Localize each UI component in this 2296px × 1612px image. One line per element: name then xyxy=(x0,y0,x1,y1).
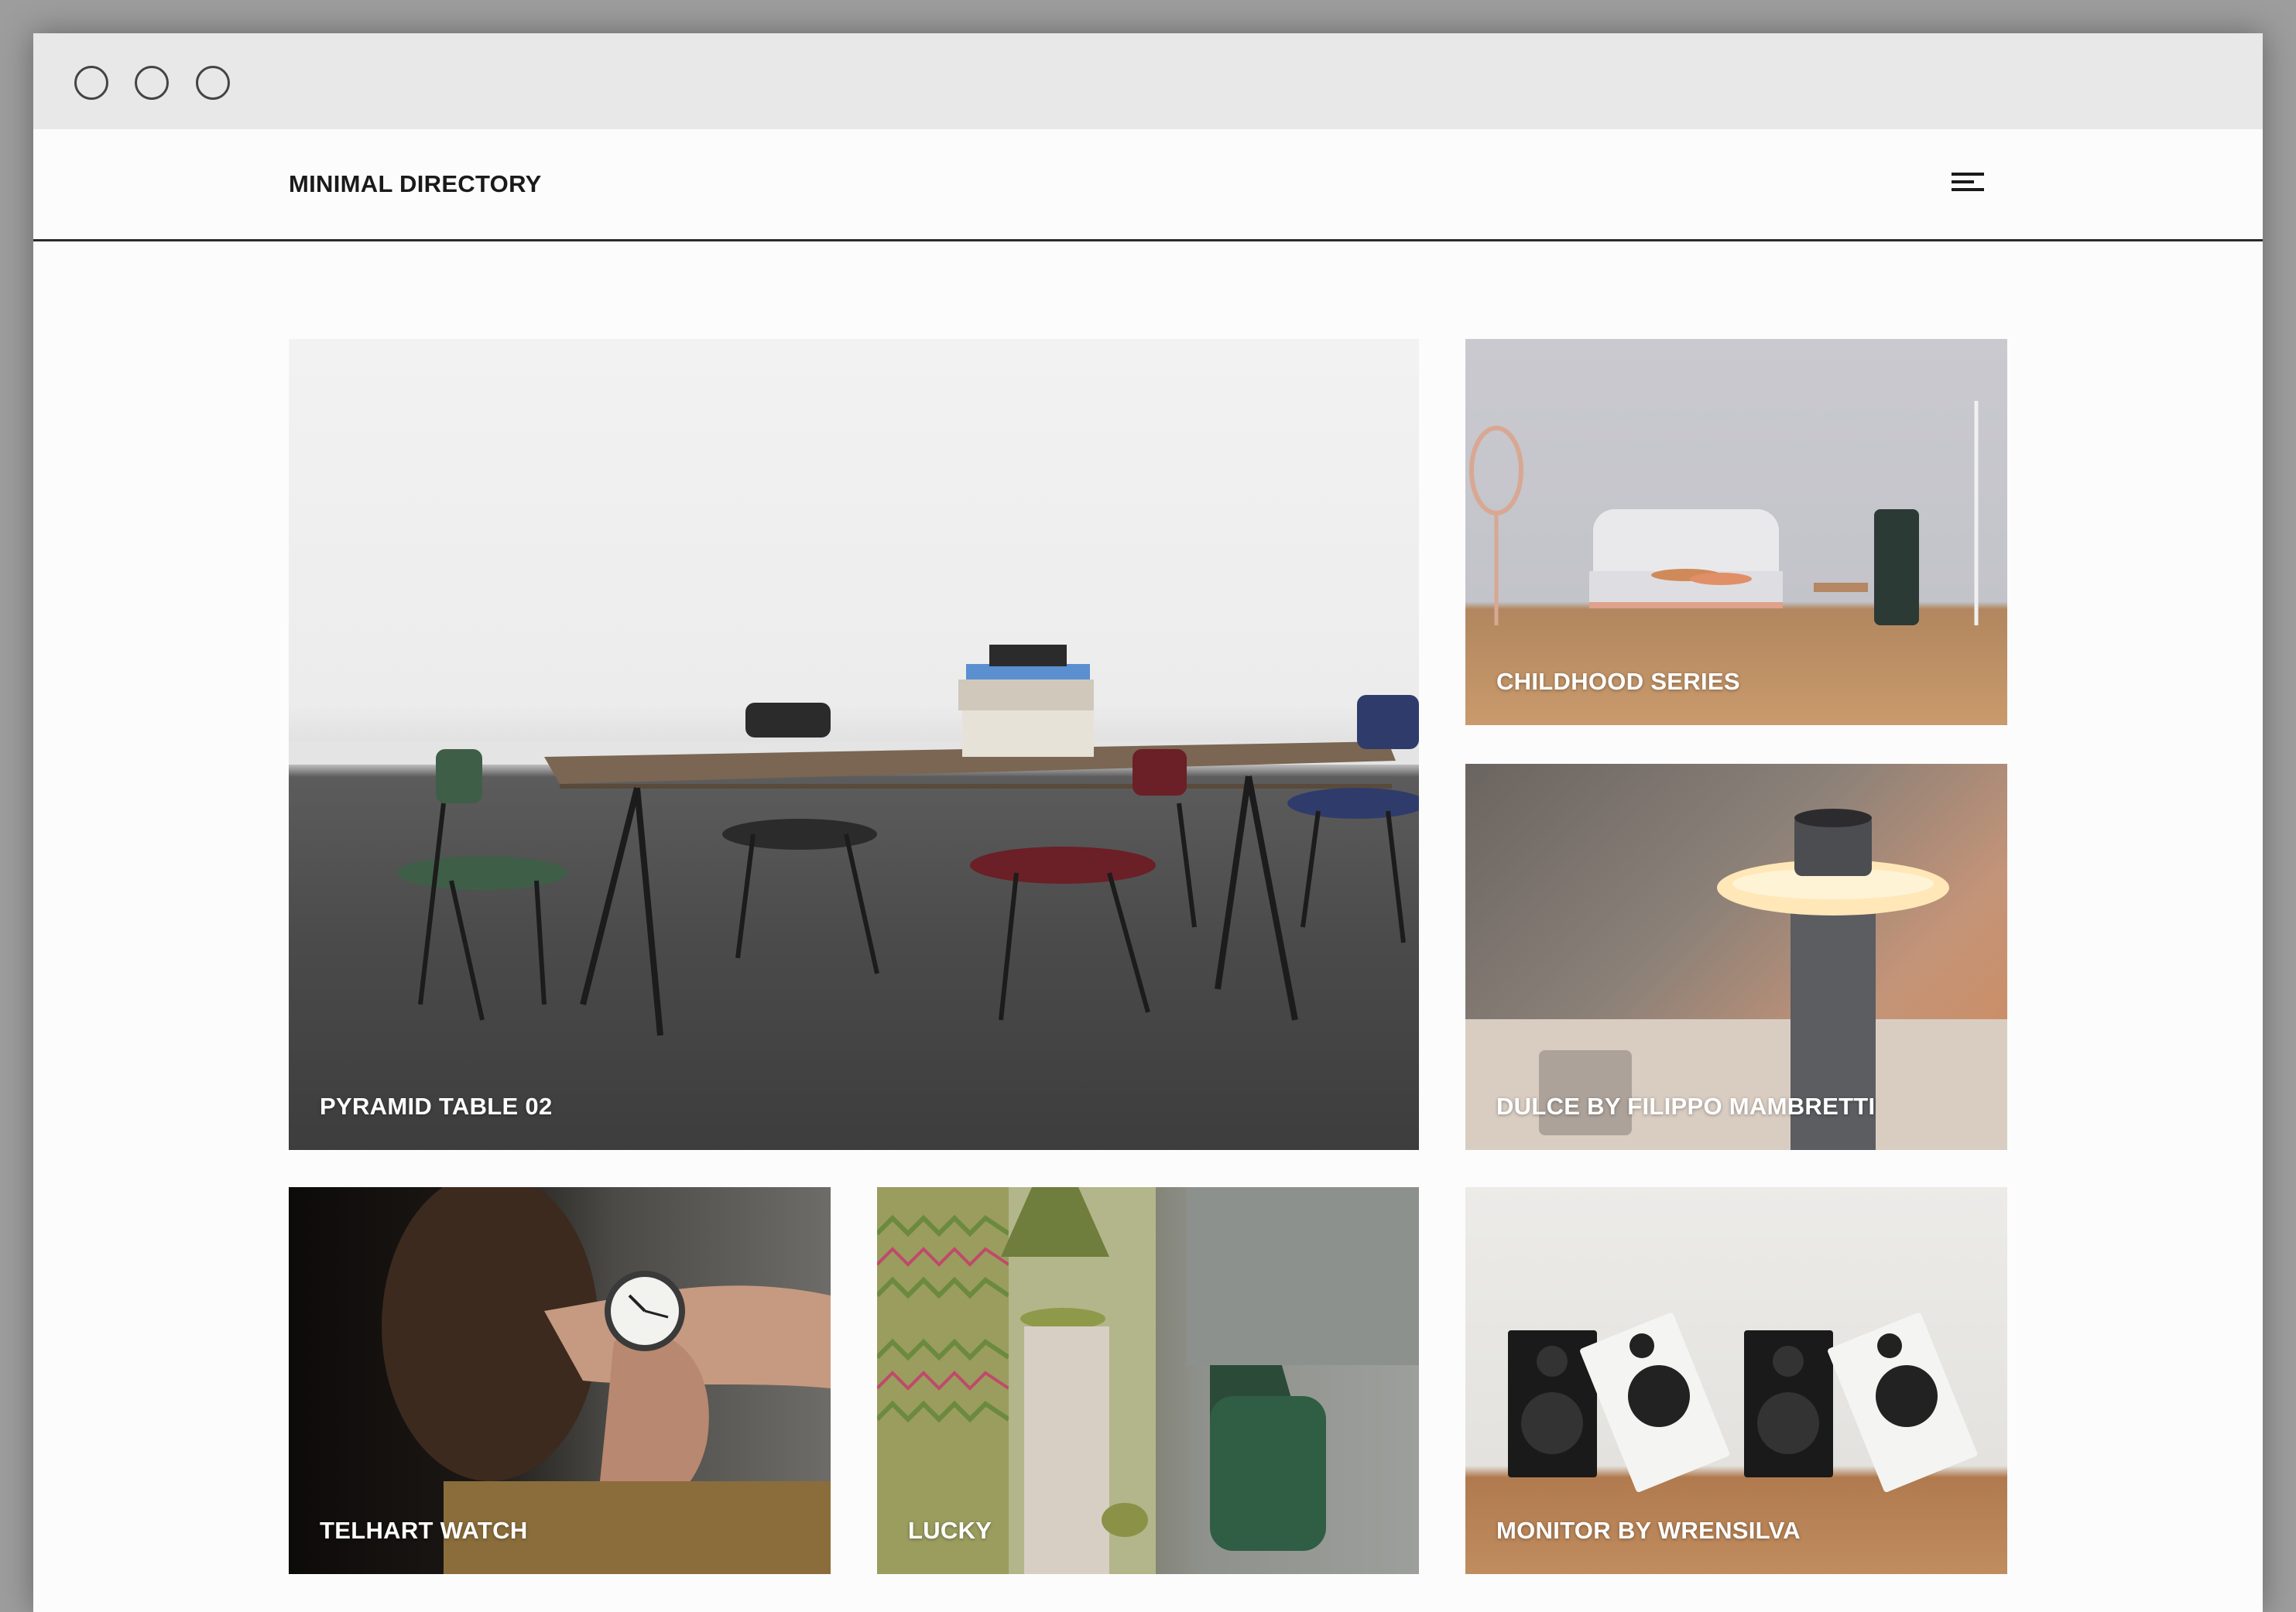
grid-item-pyramid-table[interactable]: PYRAMID TABLE 02 xyxy=(289,339,1419,1150)
grid-item-childhood-series[interactable]: CHILDHOOD SERIES xyxy=(1465,339,2007,725)
monitor-speakers-image xyxy=(1508,1313,1978,1492)
hamburger-menu-icon[interactable] xyxy=(1952,168,1987,196)
menu-line xyxy=(1952,180,1974,183)
menu-line xyxy=(1952,188,1984,191)
lucky-image xyxy=(877,1187,1419,1574)
grid-item-label: TELHART WATCH xyxy=(320,1517,528,1544)
menu-line xyxy=(1952,173,1984,176)
grid-item-label: PYRAMID TABLE 02 xyxy=(320,1093,553,1120)
grid-item-telhart-watch[interactable]: TELHART WATCH xyxy=(289,1187,831,1574)
grid-item-dulce[interactable]: DULCE BY FILIPPO MAMBRETTI xyxy=(1465,764,2007,1150)
grid-item-label: CHILDHOOD SERIES xyxy=(1496,668,1740,695)
minimize-window-button[interactable] xyxy=(135,66,169,100)
grid-item-lucky[interactable]: LUCKY xyxy=(877,1187,1419,1574)
pyramid-table-image xyxy=(289,645,1419,1036)
zoom-window-button[interactable] xyxy=(196,66,230,100)
grid-item-label: DULCE BY FILIPPO MAMBRETTI xyxy=(1496,1093,1876,1120)
site-logo[interactable]: MINIMAL DIRECTORY xyxy=(289,170,542,198)
grid-item-label: MONITOR BY WRENSILVA xyxy=(1496,1517,1801,1544)
browser-window: MINIMAL DIRECTORY PYRAMID TABLE 02 CHILD… xyxy=(33,33,2263,1612)
site-header: MINIMAL DIRECTORY xyxy=(33,129,2263,241)
grid-item-monitor-wrensilva[interactable]: MONITOR BY WRENSILVA xyxy=(1465,1187,2007,1574)
close-window-button[interactable] xyxy=(74,66,108,100)
grid-item-label: LUCKY xyxy=(908,1517,992,1544)
window-titlebar xyxy=(33,33,2263,129)
telhart-watch-image xyxy=(382,1187,831,1574)
